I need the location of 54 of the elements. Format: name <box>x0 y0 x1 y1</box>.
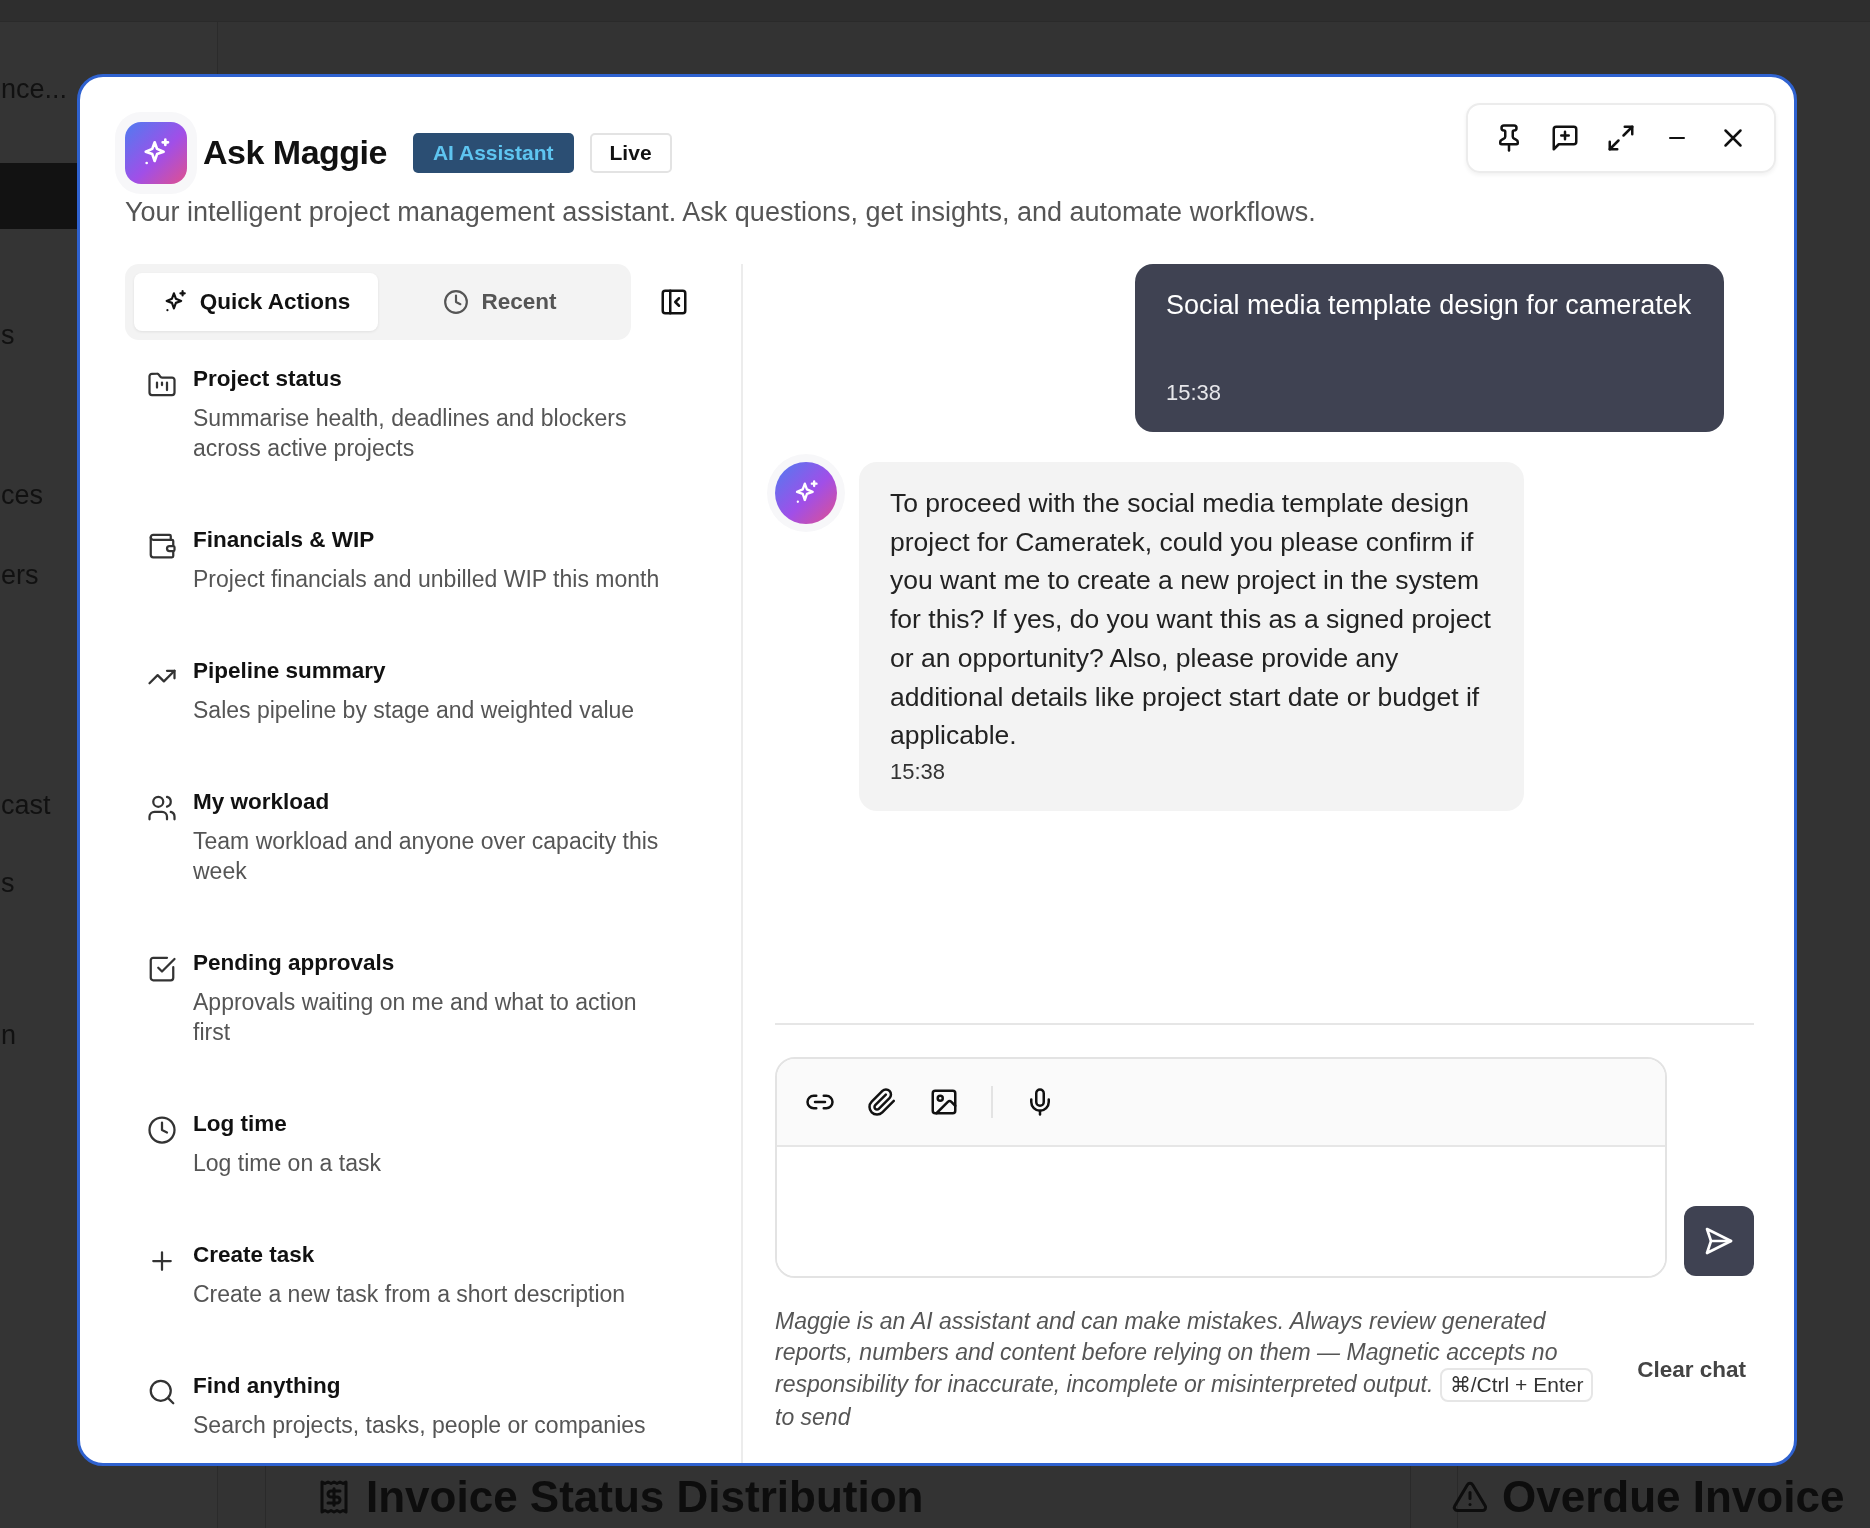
checkbox-icon <box>147 954 177 984</box>
collapse-panel-button[interactable] <box>659 287 689 317</box>
quick-action-title: Pipeline summary <box>193 657 387 685</box>
quick-action-description: Team workload and anyone over capacity this week <box>193 827 660 886</box>
wallet-icon <box>147 531 177 561</box>
quick-action-description: Project financials and unbilled WIP this month <box>193 565 661 594</box>
quick-action-title: Pending approvals <box>193 949 396 977</box>
search-icon <box>147 1377 177 1407</box>
quick-action-title: Financials & WIP <box>193 526 376 554</box>
quick-action-description: Create a new task from a short description <box>193 1280 627 1309</box>
clock-icon <box>147 1115 177 1145</box>
clear-chat-button[interactable]: Clear chat <box>1637 1356 1746 1383</box>
quick-action-description: Log time on a task <box>193 1149 382 1178</box>
quick-action-item[interactable]: Financials & WIP Project financials and unbilled WIP this month <box>125 525 707 594</box>
quick-action-description: Search projects, tasks, people or companies <box>193 1411 647 1440</box>
assistant-title: Ask Maggie <box>203 133 387 172</box>
quick-action-title: My workload <box>193 788 331 816</box>
image-icon <box>929 1087 959 1117</box>
quick-action-description: Summarise health, deadlines and blockers across active projects <box>193 404 628 463</box>
disclaimer-text: Maggie is an AI assistant and can make mistakes. Always review generated reports, numbers and content before relying on them — Magnetic accepts no responsibility for inaccurate, incomplete or misinterpreted output. ⌘/Ctrl + Enter to send <box>775 1306 1608 1433</box>
quick-action-description: Sales pipeline by stage and weighted value <box>193 696 636 725</box>
quick-action-title: Create task <box>193 1241 316 1269</box>
image-button[interactable] <box>929 1087 959 1117</box>
paperclip-icon <box>867 1087 897 1117</box>
quick-action-item[interactable]: Log time Log time on a task <box>125 1109 707 1178</box>
send-icon <box>1703 1225 1735 1257</box>
expand-button[interactable] <box>1606 122 1636 153</box>
tab[interactable]: Recent <box>378 273 622 331</box>
send-button[interactable] <box>1684 1206 1754 1276</box>
quick-action-item[interactable]: Pending approvals Approvals waiting on me and what to action first <box>125 948 707 1047</box>
attach-button[interactable] <box>867 1087 897 1117</box>
badge: Live <box>589 132 672 173</box>
quick-action-item[interactable]: Pipeline summary Sales pipeline by stage and weighted value <box>125 656 707 725</box>
message-text: Social media template design for cameratek <box>1166 289 1693 322</box>
message-text: To proceed with the social media template design project for Cameratek, could you please confirm if you want me to create a new project in the system for this? If yes, do you want this as a signed project or an opportunity? Also, please provide any additional details like project start date or budget if applicable. <box>890 487 1492 753</box>
quick-action-title: Find anything <box>193 1372 342 1400</box>
quick-action-title: Log time <box>193 1110 288 1138</box>
quick-action-item[interactable]: Project status Summarise health, deadlines and blockers across active projects <box>125 364 707 463</box>
quick-action-item[interactable]: Create task Create a new task from a short description <box>125 1240 707 1309</box>
quick-action-item[interactable]: My workload Team workload and anyone over capacity this week <box>125 787 707 886</box>
keyboard-shortcut: ⌘/Ctrl + Enter <box>1439 1368 1594 1402</box>
badge: AI Assistant <box>412 132 574 173</box>
clock-icon <box>443 289 470 315</box>
expand-icon <box>1606 122 1636 153</box>
quick-action-description: Approvals waiting on me and what to action first <box>193 988 638 1047</box>
message-time: 15:38 <box>890 758 947 785</box>
assistant-subtitle: Your intelligent project management assistant. Ask questions, get insights, and automate workflows. <box>125 197 1317 228</box>
quick-action-title: Project status <box>193 365 343 393</box>
tab[interactable]: Quick Actions <box>134 273 378 331</box>
panel-collapse-icon <box>659 287 689 317</box>
message-time: 15:38 <box>1166 380 1223 406</box>
people-icon <box>147 793 177 823</box>
quick-action-item[interactable]: Find anything Search projects, tasks, people or companies <box>125 1371 707 1440</box>
warning-icon <box>1452 1479 1488 1515</box>
